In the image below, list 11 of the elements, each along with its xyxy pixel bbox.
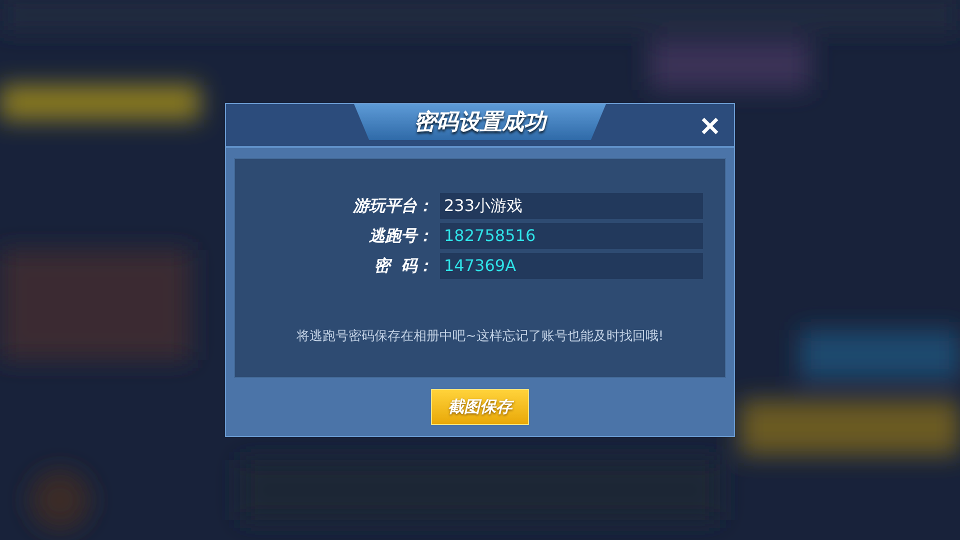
dialog-title: 密码设置成功 [354,104,606,140]
field-label: 游玩平台： [352,195,433,217]
field-value: 233小游戏 [440,193,703,219]
close-button[interactable] [700,116,720,136]
field-value: 147369A [440,253,703,279]
screenshot-save-button[interactable]: 截图保存 [431,389,529,425]
hint-text: 将逃跑号密码保存在相册中吧~这样忘记了账号也能及时找回哦! [296,328,664,345]
field-label: 密 码： [372,255,433,277]
close-icon [700,116,720,136]
field-value: 182758516 [440,223,703,249]
field-label: 逃跑号： [368,225,433,247]
